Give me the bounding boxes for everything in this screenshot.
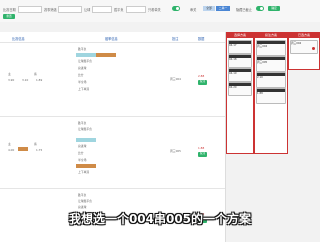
ticket-label: 周三005 [257, 61, 268, 64]
market-label: 半全场 [78, 158, 87, 162]
home-team: 主 [8, 72, 11, 76]
odds-cell-selected[interactable] [18, 147, 28, 151]
bet-ticket[interactable]: 2.10 [256, 72, 286, 88]
market-label: 比分 [78, 73, 84, 77]
handicap-select[interactable] [92, 6, 112, 13]
odds-away[interactable]: 1.75 [36, 148, 42, 152]
match-code: 周三004 [170, 77, 181, 81]
home-team: 主 [8, 142, 11, 146]
ticket-header [257, 41, 285, 44]
ticket-odds: 1.88 [257, 92, 263, 95]
panel-title: 投注方案 [255, 33, 287, 38]
bet-plan-panel: 投注方案 周三004 周三005 2.10 1.88 [254, 32, 288, 154]
odds-draw[interactable]: 3.10 [22, 78, 28, 82]
market-label: 上下单双 [78, 170, 90, 174]
market-label: 让球胜平负 [78, 127, 92, 131]
panel-title: 已选方案 [289, 33, 319, 38]
tab-two[interactable]: 二串一 [216, 6, 230, 11]
odds-home[interactable]: 3.90 [8, 78, 14, 82]
match-code: 周三005 [170, 149, 181, 153]
selected-plan-panel: 已选方案 周三004 [288, 32, 320, 70]
league-select[interactable] [58, 6, 82, 13]
market-label: 胜平负 [78, 121, 87, 125]
tab-all[interactable]: 全部 [203, 6, 215, 11]
panel-title: 选择方案 [227, 33, 253, 38]
header-divider [0, 42, 225, 43]
plan-ticket[interactable]: 04-17 [228, 40, 252, 54]
filter-label-type: 串关 [190, 8, 197, 12]
hide-closed-toggle[interactable] [256, 6, 264, 11]
filter-label-handicap: 让球 [84, 8, 91, 12]
market-label: 总进球 [78, 205, 87, 209]
odds-badge: 1.88 [198, 146, 205, 150]
ticket-odds: 2.10 [257, 76, 263, 79]
row-divider [0, 116, 225, 117]
filter-bar: 比赛日期 赛事筛选 让球 胜平负 只看单关 串关 全部 二串一 隐藏已截止 确定… [0, 0, 320, 22]
reset-button[interactable]: 重置 [3, 14, 15, 19]
bet-button[interactable]: 投注 [198, 152, 207, 157]
market-label: 比分 [78, 151, 84, 155]
odds-cell-selected[interactable] [76, 164, 96, 168]
bet-ticket[interactable]: 周三005 [256, 56, 286, 72]
odds-away[interactable]: 1.89 [36, 78, 42, 82]
plan-ticket[interactable]: 04-19 [228, 68, 252, 82]
market-label: 胜平负 [78, 47, 87, 51]
odds-badge: 2.88 [198, 74, 205, 78]
hide-closed-label: 隐藏已截止 [236, 8, 252, 12]
plan-ticket[interactable]: 04-18 [228, 54, 252, 68]
header-odds-info: 赔率信息 [105, 37, 118, 41]
odds-cell-selected[interactable] [76, 138, 96, 142]
plan-ticket[interactable]: 04-20 [228, 82, 252, 96]
result-select[interactable] [126, 6, 146, 13]
header-bet: 投注 [172, 37, 179, 41]
odds-home[interactable]: 4.00 [8, 148, 14, 152]
bet-ticket[interactable]: 周三004 [256, 40, 286, 56]
ticket-date: 04-17 [229, 44, 237, 47]
ticket-date: 04-19 [229, 72, 237, 75]
filter-label-date: 比赛日期 [3, 8, 16, 12]
odds-cell-selected[interactable] [96, 53, 116, 57]
away-team: 客 [34, 72, 37, 76]
bet-button[interactable]: 投注 [198, 80, 207, 85]
ticket-date: 04-18 [229, 58, 237, 61]
row-divider [0, 188, 225, 189]
market-label: 胜平负 [78, 193, 87, 197]
market-label: 让球胜平负 [78, 59, 92, 63]
remove-icon[interactable] [312, 47, 315, 50]
subtitle-caption: 我想选一个004串005的一个方案 [68, 212, 252, 226]
filter-label-league: 赛事筛选 [44, 8, 57, 12]
odds-cell-selected[interactable] [76, 53, 96, 57]
ticket-date: 04-20 [229, 86, 237, 89]
ticket-label: 周三004 [257, 45, 268, 48]
single-toggle[interactable] [172, 6, 180, 11]
select-plan-panel: 选择方案 04-17 04-18 04-19 04-20 [226, 32, 254, 154]
date-select[interactable] [18, 6, 42, 13]
market-label: 上下单双 [78, 87, 90, 91]
market-label: 让球胜平负 [78, 199, 92, 203]
confirm-button[interactable]: 确定 [268, 6, 280, 11]
header-match-info: 比赛信息 [12, 37, 25, 41]
match-row: 主 客 3.90 3.10 1.89 胜平负 让球胜平负 总进球 比分 半全场 … [0, 44, 225, 114]
away-team: 客 [34, 142, 37, 146]
filter-label-single: 只看单关 [148, 8, 161, 12]
market-label: 总进球 [78, 66, 87, 70]
ticket-label: 周三004 [291, 42, 302, 45]
header-data: 数据 [198, 37, 205, 41]
bet-ticket[interactable]: 1.88 [256, 88, 286, 104]
match-row: 主 客 4.00 1.75 胜平负 让球胜平负 总进球 比分 半全场 上下单双 … [0, 118, 225, 188]
selected-ticket[interactable]: 周三004 [290, 40, 318, 54]
ticket-header [257, 57, 285, 60]
market-label: 总进球 [78, 144, 87, 148]
market-label: 半全场 [78, 80, 87, 84]
filter-label-result: 胜平负 [114, 8, 124, 12]
